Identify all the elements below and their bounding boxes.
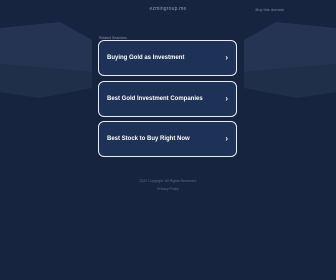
domain-title: ezmingroup.me [149, 6, 187, 12]
left-upper-shape [0, 22, 92, 72]
privacy-policy-link[interactable]: Privacy Policy [0, 187, 336, 191]
related-search-gold-companies[interactable]: Best Gold Investment Companies › [98, 81, 237, 117]
chevron-right-icon: › [225, 53, 228, 62]
chevron-right-icon: › [225, 134, 228, 143]
related-search-best-stock[interactable]: Best Stock to Buy Right Now › [98, 121, 237, 157]
footer-copyright: 2022 Copyright. All Rights Reserved. [139, 179, 197, 183]
related-search-label: Best Stock to Buy Right Now [107, 136, 190, 142]
buy-domain-link[interactable]: Buy this domain [256, 7, 284, 12]
chevron-right-icon: › [225, 94, 228, 103]
related-search-buying-gold[interactable]: Buying Gold as Investment › [98, 40, 237, 76]
related-search-label: Buying Gold as Investment [107, 55, 185, 61]
related-search-label: Best Gold Investment Companies [107, 96, 203, 102]
right-upper-shape [244, 22, 336, 72]
